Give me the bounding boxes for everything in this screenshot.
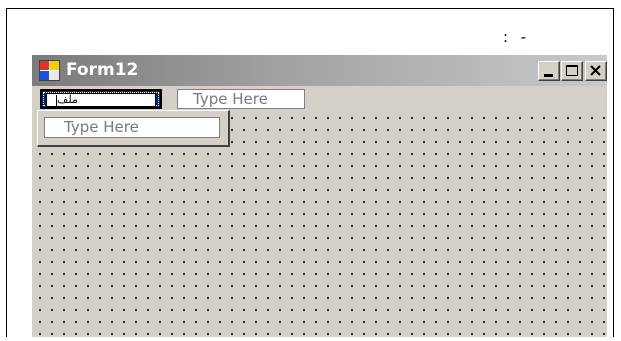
form-icon[interactable] bbox=[39, 60, 60, 81]
window-title: Form12 bbox=[66, 60, 139, 80]
menu-item-file-selected[interactable]: ملف bbox=[40, 89, 162, 109]
page-marks: : - bbox=[503, 28, 528, 46]
maximize-button[interactable] bbox=[561, 61, 583, 81]
dropdown-type-here-box[interactable]: Type Here bbox=[44, 117, 220, 138]
menu-type-here-box[interactable]: Type Here bbox=[177, 89, 305, 109]
menu-item-edit-field[interactable]: ملف bbox=[46, 93, 156, 107]
maximize-icon bbox=[566, 65, 578, 76]
form-window[interactable]: Form12 ملف Type Here Type Here bbox=[32, 55, 607, 337]
minimize-icon bbox=[544, 74, 553, 77]
close-icon bbox=[590, 65, 601, 76]
close-button[interactable] bbox=[585, 61, 607, 81]
title-bar[interactable]: Form12 bbox=[32, 55, 607, 86]
menu-item-file-text: ملف bbox=[57, 93, 78, 106]
minimize-button[interactable] bbox=[538, 61, 560, 81]
menu-dropdown: Type Here bbox=[37, 110, 230, 147]
menu-bar: ملف Type Here bbox=[32, 86, 607, 110]
